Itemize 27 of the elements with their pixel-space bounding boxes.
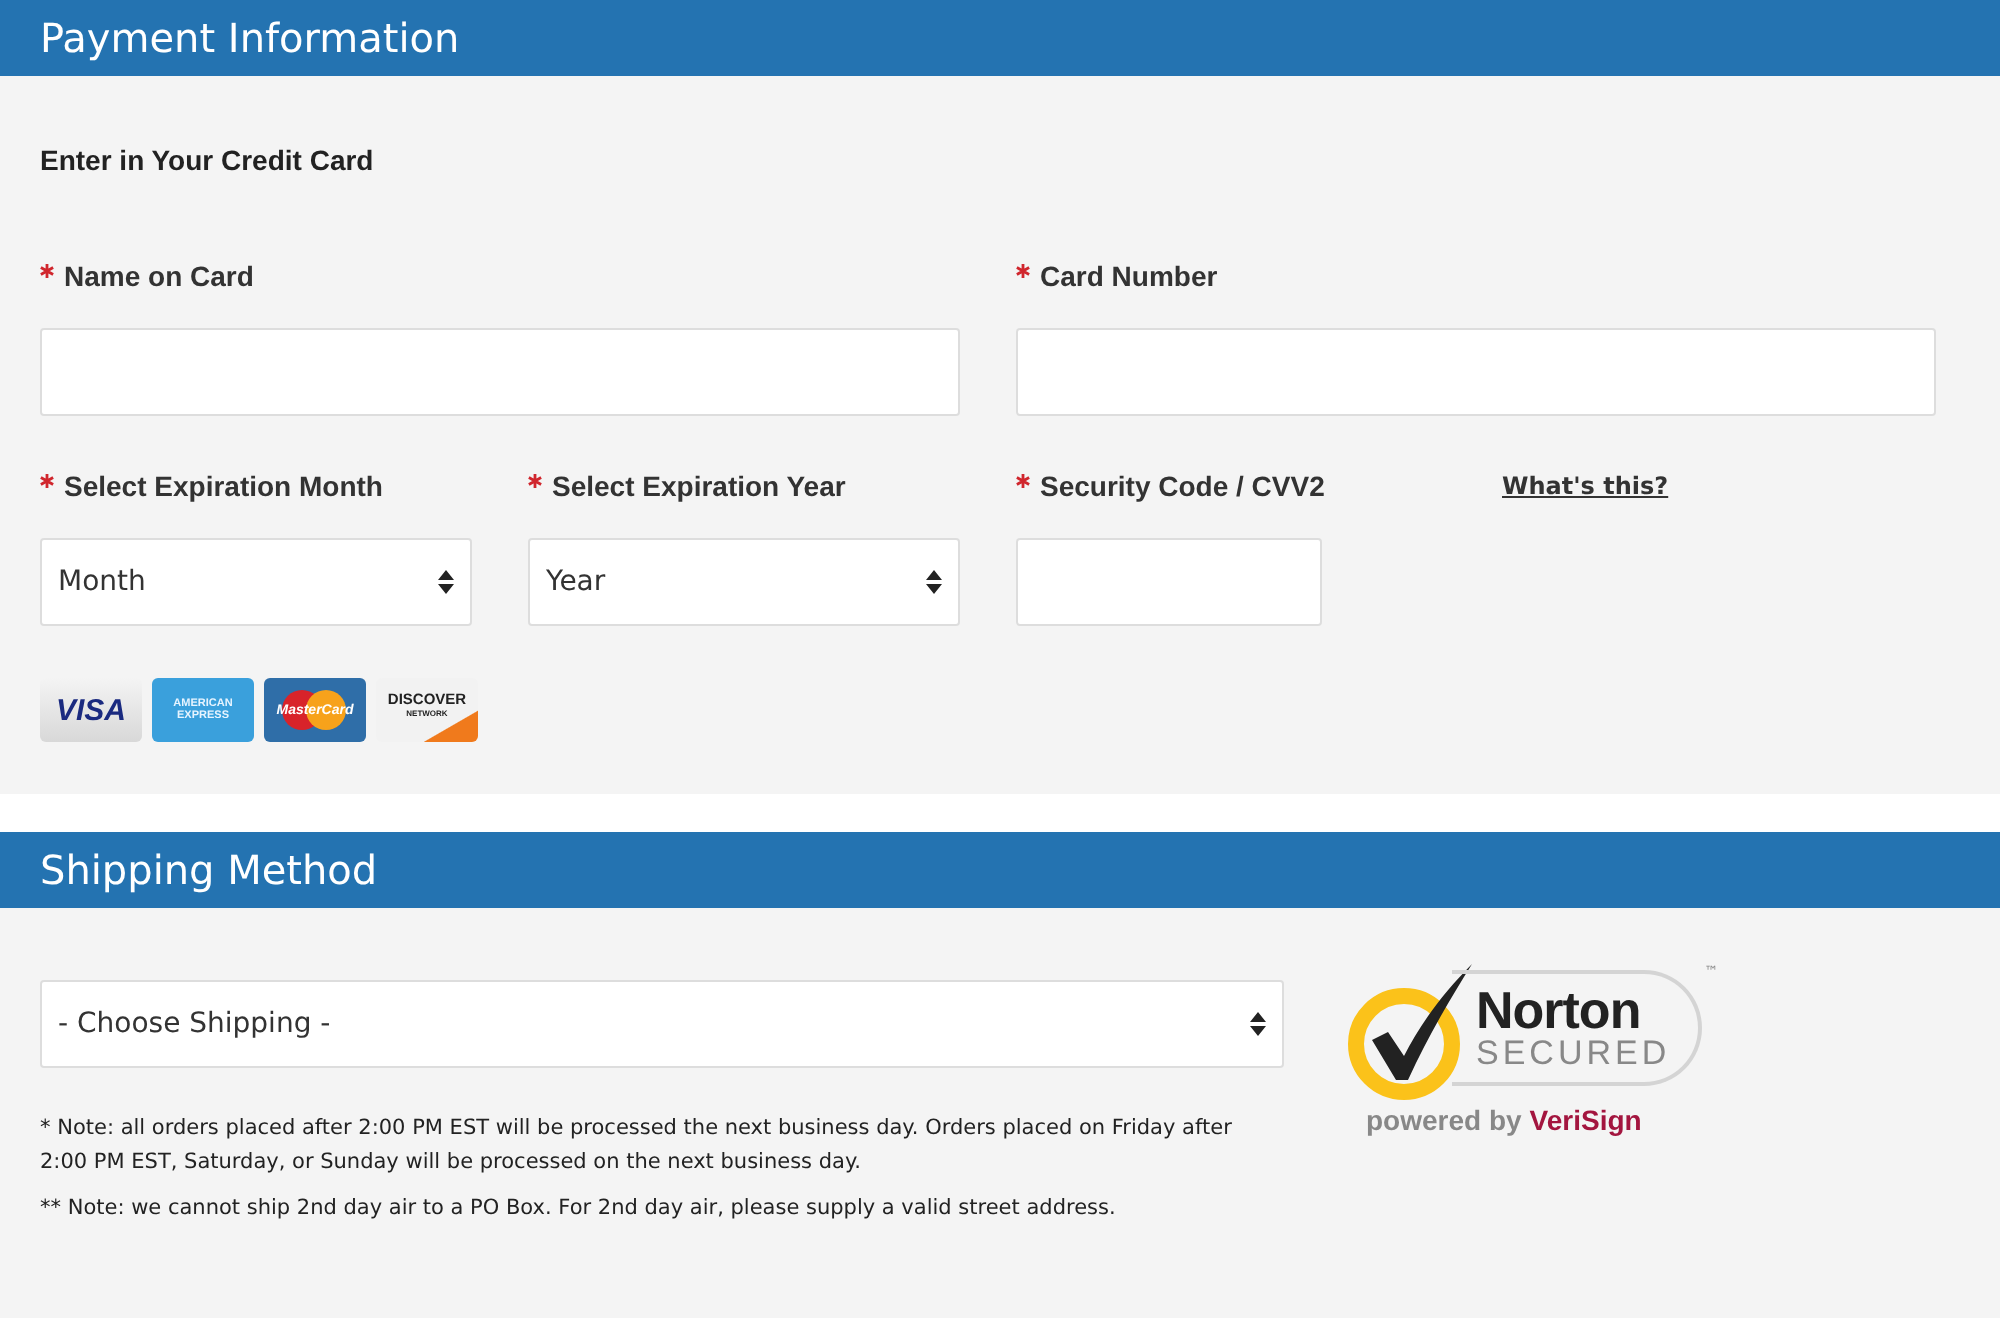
form-subtitle: Enter in Your Credit Card [40, 144, 376, 176]
field-label: Security Code / CVV2 [1040, 470, 1325, 502]
seal-provider: VeriSign [1529, 1104, 1642, 1136]
help-link[interactable]: What's this? [1502, 472, 1669, 500]
select-value: - Choose Shipping - [58, 1008, 331, 1040]
seal-caption: powered by [1366, 1104, 1522, 1136]
input-field[interactable] [40, 328, 960, 416]
input-field[interactable] [1016, 328, 1936, 416]
select-field[interactable]: Year [528, 538, 960, 626]
field-label: Card Number [1040, 260, 1218, 292]
seal-status: SECURED [1476, 1036, 1671, 1072]
seal-brand: Norton [1476, 984, 1643, 1036]
select-field[interactable]: Month [40, 538, 472, 626]
input-field[interactable] [1016, 538, 1322, 626]
caret-icon [1250, 1010, 1266, 1038]
select-field[interactable]: - Choose Shipping - [40, 980, 1284, 1068]
caret-icon [926, 568, 942, 596]
select-value: Month [58, 566, 146, 598]
section-header: Payment Information [0, 0, 2000, 76]
select-value: Year [546, 566, 606, 598]
shipping-note: * Note: all orders placed after 2:00 PM EST will be processed the next business day. Orders placed on Friday after 2:00 PM EST, Saturday, or Sunday will be processed on the next business day. [40, 1114, 1234, 1178]
shipping-note: ** Note: we cannot ship 2nd day air to a PO Box. For 2nd day air, please supply a valid street address. [40, 1194, 1118, 1224]
section-header: Shipping Method [0, 832, 2000, 908]
field-label: Select Expiration Year [552, 470, 846, 502]
field-label: Name on Card [64, 260, 254, 292]
caret-icon [438, 568, 454, 596]
field-label: Select Expiration Month [64, 470, 383, 502]
